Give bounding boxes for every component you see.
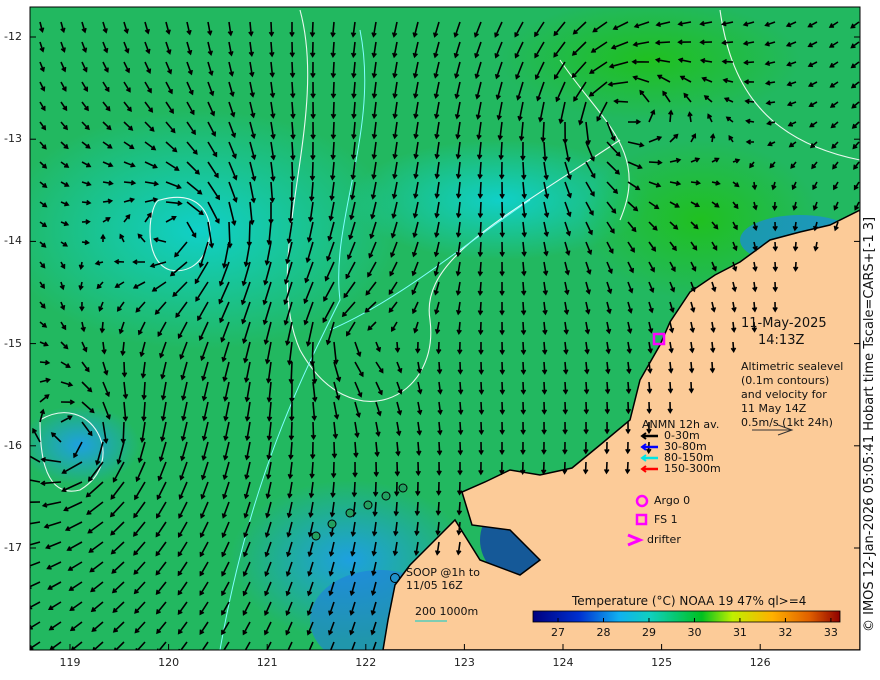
side-caption: © IMOS 12-Jan-2026 05:05:41 Hobart time … [862, 216, 877, 632]
lon-tick-label: 119 [59, 656, 81, 669]
lon-tick-label: 123 [453, 656, 475, 669]
colorbar-tick-label: 32 [778, 626, 793, 639]
lon-tick-label: 121 [256, 656, 278, 669]
lon-tick-label: 125 [651, 656, 673, 669]
colorbar-tick-label: 28 [596, 626, 611, 639]
lat-tick-label: -16 [4, 438, 22, 452]
lat-tick-label: -12 [4, 30, 22, 43]
lat-tick-label: -14 [4, 234, 22, 248]
colorbar-tick-label: 33 [823, 626, 838, 639]
lon-tick-label: 120 [158, 656, 180, 669]
colorbar-tick-label: 27 [551, 626, 565, 639]
legend-soop: SOOP @1h to 11/05 16Z [406, 566, 480, 592]
lat-tick-label: -17 [4, 541, 22, 554]
colorbar-title: Temperature (°C) NOAA 19 47% ql>=4 [572, 594, 807, 608]
colorbar-tick-label: 31 [732, 626, 747, 639]
altimetry-note: Altimetric sealevel (0.1m contours) and ve… [741, 360, 844, 429]
legend-fs: FS 1 [654, 513, 678, 526]
legend-depth-3: 150-300m [664, 462, 721, 475]
colorbar [532, 610, 841, 623]
lon-tick-label: 124 [552, 656, 574, 669]
colorbar-tick-label: 29 [641, 626, 656, 639]
legend-drifter: drifter [647, 533, 681, 546]
colorbar-tick-label: 30 [687, 626, 702, 639]
legend-argo: Argo 0 [654, 494, 691, 507]
map-time: 14:13Z [758, 333, 805, 348]
legend-isobath: 200 1000m [415, 605, 479, 618]
lon-tick-label: 122 [355, 656, 377, 669]
lat-tick-label: -15 [4, 336, 22, 350]
lat-tick-label: -13 [4, 132, 22, 146]
map-date: 11-May-2025 [741, 316, 827, 331]
lon-tick-label: 126 [749, 656, 771, 669]
